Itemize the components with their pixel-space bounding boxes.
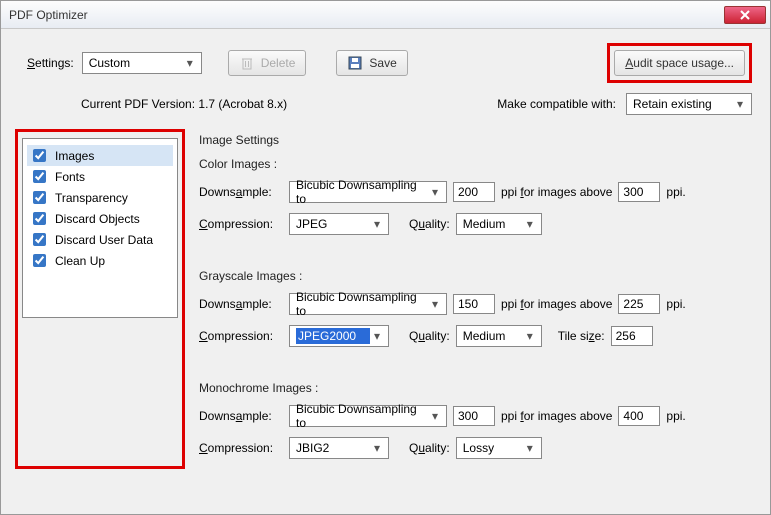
sidebar-item-discard-objects[interactable]: Discard Objects (27, 208, 173, 229)
titlebar: PDF Optimizer (1, 1, 770, 29)
color-compression-select[interactable]: JPEG ▾ (289, 213, 389, 235)
images-checkbox[interactable] (33, 149, 46, 162)
settings-select[interactable]: Custom ▾ (82, 52, 202, 74)
chevron-down-icon: ▾ (428, 185, 442, 199)
mono-compression-row: Compression: JBIG2 ▾ Quality: Lossy ▾ (199, 437, 754, 459)
downsample-label: Downsample: (199, 409, 283, 423)
compat-label: Make compatible with: (497, 97, 616, 111)
compat-value: Retain existing (633, 97, 733, 111)
sidebar-item-label: Fonts (55, 170, 85, 184)
fonts-checkbox[interactable] (33, 170, 46, 183)
sidebar-item-label: Discard User Data (55, 233, 153, 247)
gray-tile-input[interactable] (611, 326, 653, 346)
sidebar-item-discard-user-data[interactable]: Discard User Data (27, 229, 173, 250)
color-quality-select[interactable]: Medium ▾ (456, 213, 542, 235)
sidebar-item-clean-up[interactable]: Clean Up (27, 250, 173, 271)
discard-user-data-checkbox[interactable] (33, 233, 46, 246)
sidebar-item-label: Clean Up (55, 254, 105, 268)
color-downsample-row: Downsample: Bicubic Downsampling to ▾ pp… (199, 181, 754, 203)
color-ppi-above-input[interactable] (618, 182, 660, 202)
quality-label: Quality: (409, 329, 450, 343)
save-icon (347, 55, 363, 71)
chevron-down-icon: ▾ (370, 441, 384, 455)
color-downsample-select[interactable]: Bicubic Downsampling to ▾ (289, 181, 447, 203)
chevron-down-icon: ▾ (183, 56, 197, 70)
grayscale-images-header: Grayscale Images : (199, 269, 754, 283)
ppi-suffix: ppi. (666, 185, 685, 199)
sidebar-item-label: Images (55, 149, 94, 163)
sidebar-item-fonts[interactable]: Fonts (27, 166, 173, 187)
panel-title: Image Settings (199, 133, 754, 147)
compression-label: Compression: (199, 441, 283, 455)
delete-label: Delete (261, 56, 296, 70)
mono-downsample-row: Downsample: Bicubic Downsampling to ▾ pp… (199, 405, 754, 427)
delete-button[interactable]: Delete (228, 50, 307, 76)
close-button[interactable] (724, 6, 766, 24)
chevron-down-icon: ▾ (733, 97, 747, 111)
audit-label: Audit space usage... (625, 56, 734, 70)
chevron-down-icon: ▾ (428, 409, 442, 423)
image-settings-panel: Image Settings Color Images : Downsample… (195, 129, 762, 469)
chevron-down-icon: ▾ (370, 329, 384, 343)
mono-quality-select[interactable]: Lossy ▾ (456, 437, 542, 459)
settings-value: Custom (89, 56, 183, 70)
sidebar-item-label: Transparency (55, 191, 128, 205)
ppi-above-label: ppi for images above (501, 297, 612, 311)
compression-label: Compression: (199, 329, 283, 343)
color-compression-row: Compression: JPEG ▾ Quality: Medium ▾ (199, 213, 754, 235)
gray-ppi-input[interactable] (453, 294, 495, 314)
pdf-optimizer-window: PDF Optimizer Settings: Custom ▾ Delete … (0, 0, 771, 515)
clean-up-checkbox[interactable] (33, 254, 46, 267)
sidebar-highlight: Images Fonts Transparency Discard Object… (15, 129, 185, 469)
save-button[interactable]: Save (336, 50, 407, 76)
monochrome-images-header: Monochrome Images : (199, 381, 754, 395)
downsample-label: Downsample: (199, 185, 283, 199)
trash-icon (239, 55, 255, 71)
ppi-suffix: ppi. (666, 297, 685, 311)
mono-downsample-select[interactable]: Bicubic Downsampling to ▾ (289, 405, 447, 427)
ppi-above-label: ppi for images above (501, 409, 612, 423)
mono-ppi-input[interactable] (453, 406, 495, 426)
toolbar: Settings: Custom ▾ Delete Save Audit spa… (1, 29, 770, 89)
sidebar-item-images[interactable]: Images (27, 145, 173, 166)
chevron-down-icon: ▾ (523, 329, 537, 343)
sidebar-item-label: Discard Objects (55, 212, 140, 226)
ppi-suffix: ppi. (666, 409, 685, 423)
current-version: Current PDF Version: 1.7 (Acrobat 8.x) (81, 97, 497, 111)
transparency-checkbox[interactable] (33, 191, 46, 204)
gray-downsample-row: Downsample: Bicubic Downsampling to ▾ pp… (199, 293, 754, 315)
main-area: Images Fonts Transparency Discard Object… (1, 121, 770, 469)
quality-label: Quality: (409, 217, 450, 231)
chevron-down-icon: ▾ (428, 297, 442, 311)
mono-compression-select[interactable]: JBIG2 ▾ (289, 437, 389, 459)
discard-objects-checkbox[interactable] (33, 212, 46, 225)
ppi-above-label: ppi for images above (501, 185, 612, 199)
color-images-header: Color Images : (199, 157, 754, 171)
color-ppi-input[interactable] (453, 182, 495, 202)
quality-label: Quality: (409, 441, 450, 455)
compat-select[interactable]: Retain existing ▾ (626, 93, 752, 115)
gray-ppi-above-input[interactable] (618, 294, 660, 314)
gray-downsample-select[interactable]: Bicubic Downsampling to ▾ (289, 293, 447, 315)
sidebar-item-transparency[interactable]: Transparency (27, 187, 173, 208)
gray-compression-row: Compression: JPEG2000 ▾ Quality: Medium … (199, 325, 754, 347)
gray-quality-select[interactable]: Medium ▾ (456, 325, 542, 347)
audit-space-usage-button[interactable]: Audit space usage... (614, 50, 745, 76)
mono-ppi-above-input[interactable] (618, 406, 660, 426)
audit-highlight: Audit space usage... (607, 43, 752, 83)
settings-label: Settings: (27, 56, 74, 70)
window-title: PDF Optimizer (9, 8, 724, 22)
chevron-down-icon: ▾ (523, 217, 537, 231)
compression-label: Compression: (199, 217, 283, 231)
close-icon (740, 10, 750, 20)
chevron-down-icon: ▾ (523, 441, 537, 455)
version-row: Current PDF Version: 1.7 (Acrobat 8.x) M… (1, 89, 770, 121)
category-list: Images Fonts Transparency Discard Object… (22, 138, 178, 318)
downsample-label: Downsample: (199, 297, 283, 311)
gray-compression-select[interactable]: JPEG2000 ▾ (289, 325, 389, 347)
chevron-down-icon: ▾ (370, 217, 384, 231)
tile-size-label: Tile size: (558, 329, 605, 343)
save-label: Save (369, 56, 396, 70)
